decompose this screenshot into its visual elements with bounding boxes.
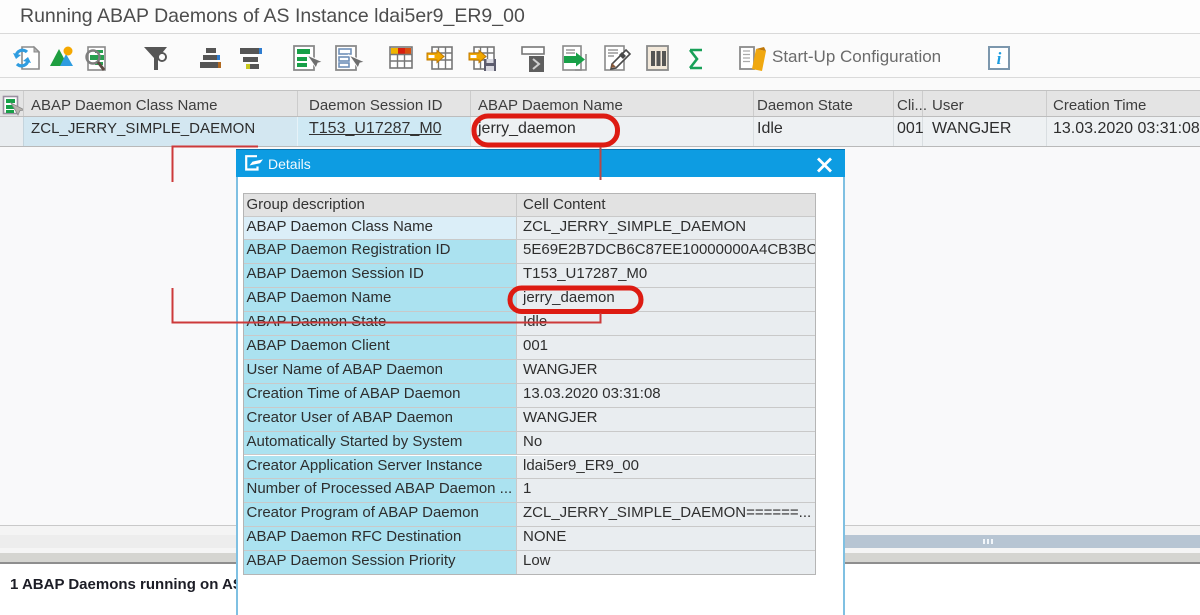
svg-text:i: i bbox=[997, 49, 1002, 68]
